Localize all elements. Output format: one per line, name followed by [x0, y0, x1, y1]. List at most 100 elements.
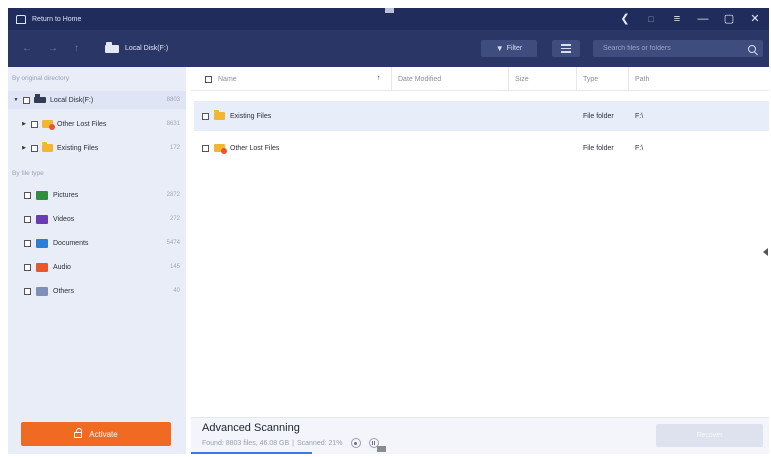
checkbox[interactable]	[24, 215, 31, 223]
tree-item-other-lost-files[interactable]: ▶ Other Lost Files 8631	[8, 115, 186, 133]
row-checkbox[interactable]	[202, 144, 209, 152]
type-item-count: 145	[169, 264, 180, 270]
stop-scan-icon[interactable]	[350, 438, 361, 448]
row-checkbox[interactable]	[202, 112, 209, 120]
checkbox[interactable]	[24, 287, 31, 295]
tree-item-existing-files[interactable]: ▶ Existing Files 172	[8, 139, 186, 157]
column-header-path[interactable]: Path	[628, 67, 769, 91]
window-controls: ❮ □ ≡ — ▢ ✕	[619, 8, 761, 30]
section-label-type: By file type	[12, 170, 44, 177]
sort-arrow-icon[interactable]: ↑	[377, 75, 381, 82]
checkbox[interactable]	[24, 191, 31, 199]
path-cell: F:\	[635, 112, 644, 120]
activate-button[interactable]: Activate	[21, 422, 171, 446]
tree-item-count: 8631	[166, 121, 180, 127]
checkbox[interactable]	[31, 144, 38, 152]
tree-item-local-disk[interactable]: ▼ Local Disk(F:) 8803	[8, 91, 186, 109]
minimize-icon[interactable]: —	[697, 8, 709, 30]
feedback-icon[interactable]: □	[645, 8, 657, 30]
checkbox[interactable]	[24, 263, 31, 271]
audio-icon	[36, 262, 48, 272]
scan-info: Found: 8803 files, 46.08 GB | Scanned: 2…	[202, 438, 379, 448]
share-icon[interactable]: ❮	[619, 8, 631, 30]
up-arrow-icon[interactable]: ↑	[74, 43, 79, 54]
filter-button[interactable]: ▼ Filter	[481, 40, 537, 57]
type-item-others[interactable]: Others 40	[8, 282, 186, 300]
search-box	[593, 40, 763, 57]
name-cell: Existing Files	[202, 101, 271, 131]
type-item-pictures[interactable]: Pictures 2872	[8, 186, 186, 204]
path-cell: F:\	[635, 144, 644, 152]
list-view-icon	[561, 44, 571, 46]
recover-button[interactable]: Recover	[656, 424, 763, 447]
table-row[interactable]: Existing Files File folder F:\	[194, 101, 769, 131]
menu-icon[interactable]: ≡	[671, 8, 683, 30]
return-home-label: Return to Home	[32, 15, 82, 23]
type-item-count: 272	[169, 216, 180, 222]
tree-item-count: 172	[169, 145, 180, 151]
tree-item-label: Other Lost Files	[57, 120, 107, 128]
lost-folder-icon	[42, 120, 55, 130]
table-row[interactable]: Other Lost Files File folder F:\	[194, 133, 769, 163]
scanned-percent: Scanned: 21%	[297, 439, 343, 447]
name-cell: Other Lost Files	[202, 133, 279, 163]
home-icon	[16, 14, 26, 24]
checkbox[interactable]	[31, 120, 38, 128]
type-item-label: Pictures	[53, 191, 79, 199]
type-item-label: Videos	[53, 215, 75, 223]
scan-status-bar: Advanced Scanning Found: 8803 files, 46.…	[191, 417, 769, 454]
close-icon[interactable]: ✕	[749, 8, 761, 30]
activate-label: Activate	[89, 429, 118, 439]
column-header-name[interactable]: Name ↑	[199, 67, 385, 91]
expand-triangle-icon[interactable]: ▼	[13, 97, 19, 103]
breadcrumb[interactable]: Local Disk(F:)	[105, 41, 169, 53]
type-item-documents[interactable]: Documents 5474	[8, 234, 186, 252]
column-label: Size	[515, 75, 529, 83]
column-header-date[interactable]: Date Modified	[391, 67, 508, 91]
found-count: Found: 8803 files, 46.08 GB	[202, 439, 290, 447]
collapse-panel-arrow-icon[interactable]	[763, 248, 768, 256]
forward-arrow-icon[interactable]: →	[48, 43, 58, 54]
view-toggle-button[interactable]	[552, 40, 580, 57]
back-arrow-icon[interactable]: ←	[22, 43, 32, 54]
scan-progress-bar	[191, 452, 313, 454]
nav-buttons: ← → ↑	[8, 43, 79, 54]
window-grip[interactable]	[385, 8, 394, 13]
checkbox[interactable]	[24, 239, 31, 247]
column-header-size[interactable]: Size	[508, 67, 576, 91]
toolbar: ← → ↑ Local Disk(F:) ▼ Filter	[8, 30, 769, 67]
folder-icon	[214, 110, 225, 120]
section-label-directory: By original directory	[12, 75, 70, 82]
breadcrumb-label: Local Disk(F:)	[125, 45, 169, 52]
column-header-type[interactable]: Type	[576, 67, 628, 91]
app-window: Return to Home ❮ □ ≡ — ▢ ✕ ← → ↑ Local D…	[8, 8, 769, 454]
type-cell: File folder	[583, 112, 614, 120]
funnel-icon: ▼	[495, 44, 504, 53]
column-label: Date Modified	[398, 75, 442, 83]
type-item-label: Documents	[53, 239, 89, 247]
videos-icon	[36, 214, 48, 224]
type-item-label: Others	[53, 287, 75, 295]
type-item-videos[interactable]: Videos 272	[8, 210, 186, 228]
lock-icon	[74, 428, 83, 438]
maximize-icon[interactable]: ▢	[723, 8, 735, 30]
search-input[interactable]	[593, 45, 748, 52]
tree-item-label: Local Disk(F:)	[50, 96, 94, 104]
type-item-audio[interactable]: Audio 145	[8, 258, 186, 276]
expand-triangle-icon[interactable]: ▶	[21, 121, 27, 127]
expand-triangle-icon[interactable]: ▶	[21, 145, 27, 151]
search-icon[interactable]	[748, 44, 756, 53]
scan-title: Advanced Scanning	[202, 422, 300, 434]
return-home-button[interactable]: Return to Home	[8, 14, 82, 24]
type-item-count: 5474	[166, 240, 180, 246]
lost-folder-icon	[214, 144, 227, 154]
column-label: Type	[583, 75, 599, 83]
documents-icon	[36, 238, 48, 248]
folder-icon	[42, 142, 53, 152]
checkbox[interactable]	[23, 96, 30, 104]
select-all-checkbox[interactable]	[205, 75, 212, 83]
type-item-count: 2872	[166, 192, 180, 198]
title-bar: Return to Home ❮ □ ≡ — ▢ ✕	[8, 8, 769, 30]
bottom-grip[interactable]	[377, 446, 386, 452]
row-name: Other Lost Files	[230, 144, 280, 152]
